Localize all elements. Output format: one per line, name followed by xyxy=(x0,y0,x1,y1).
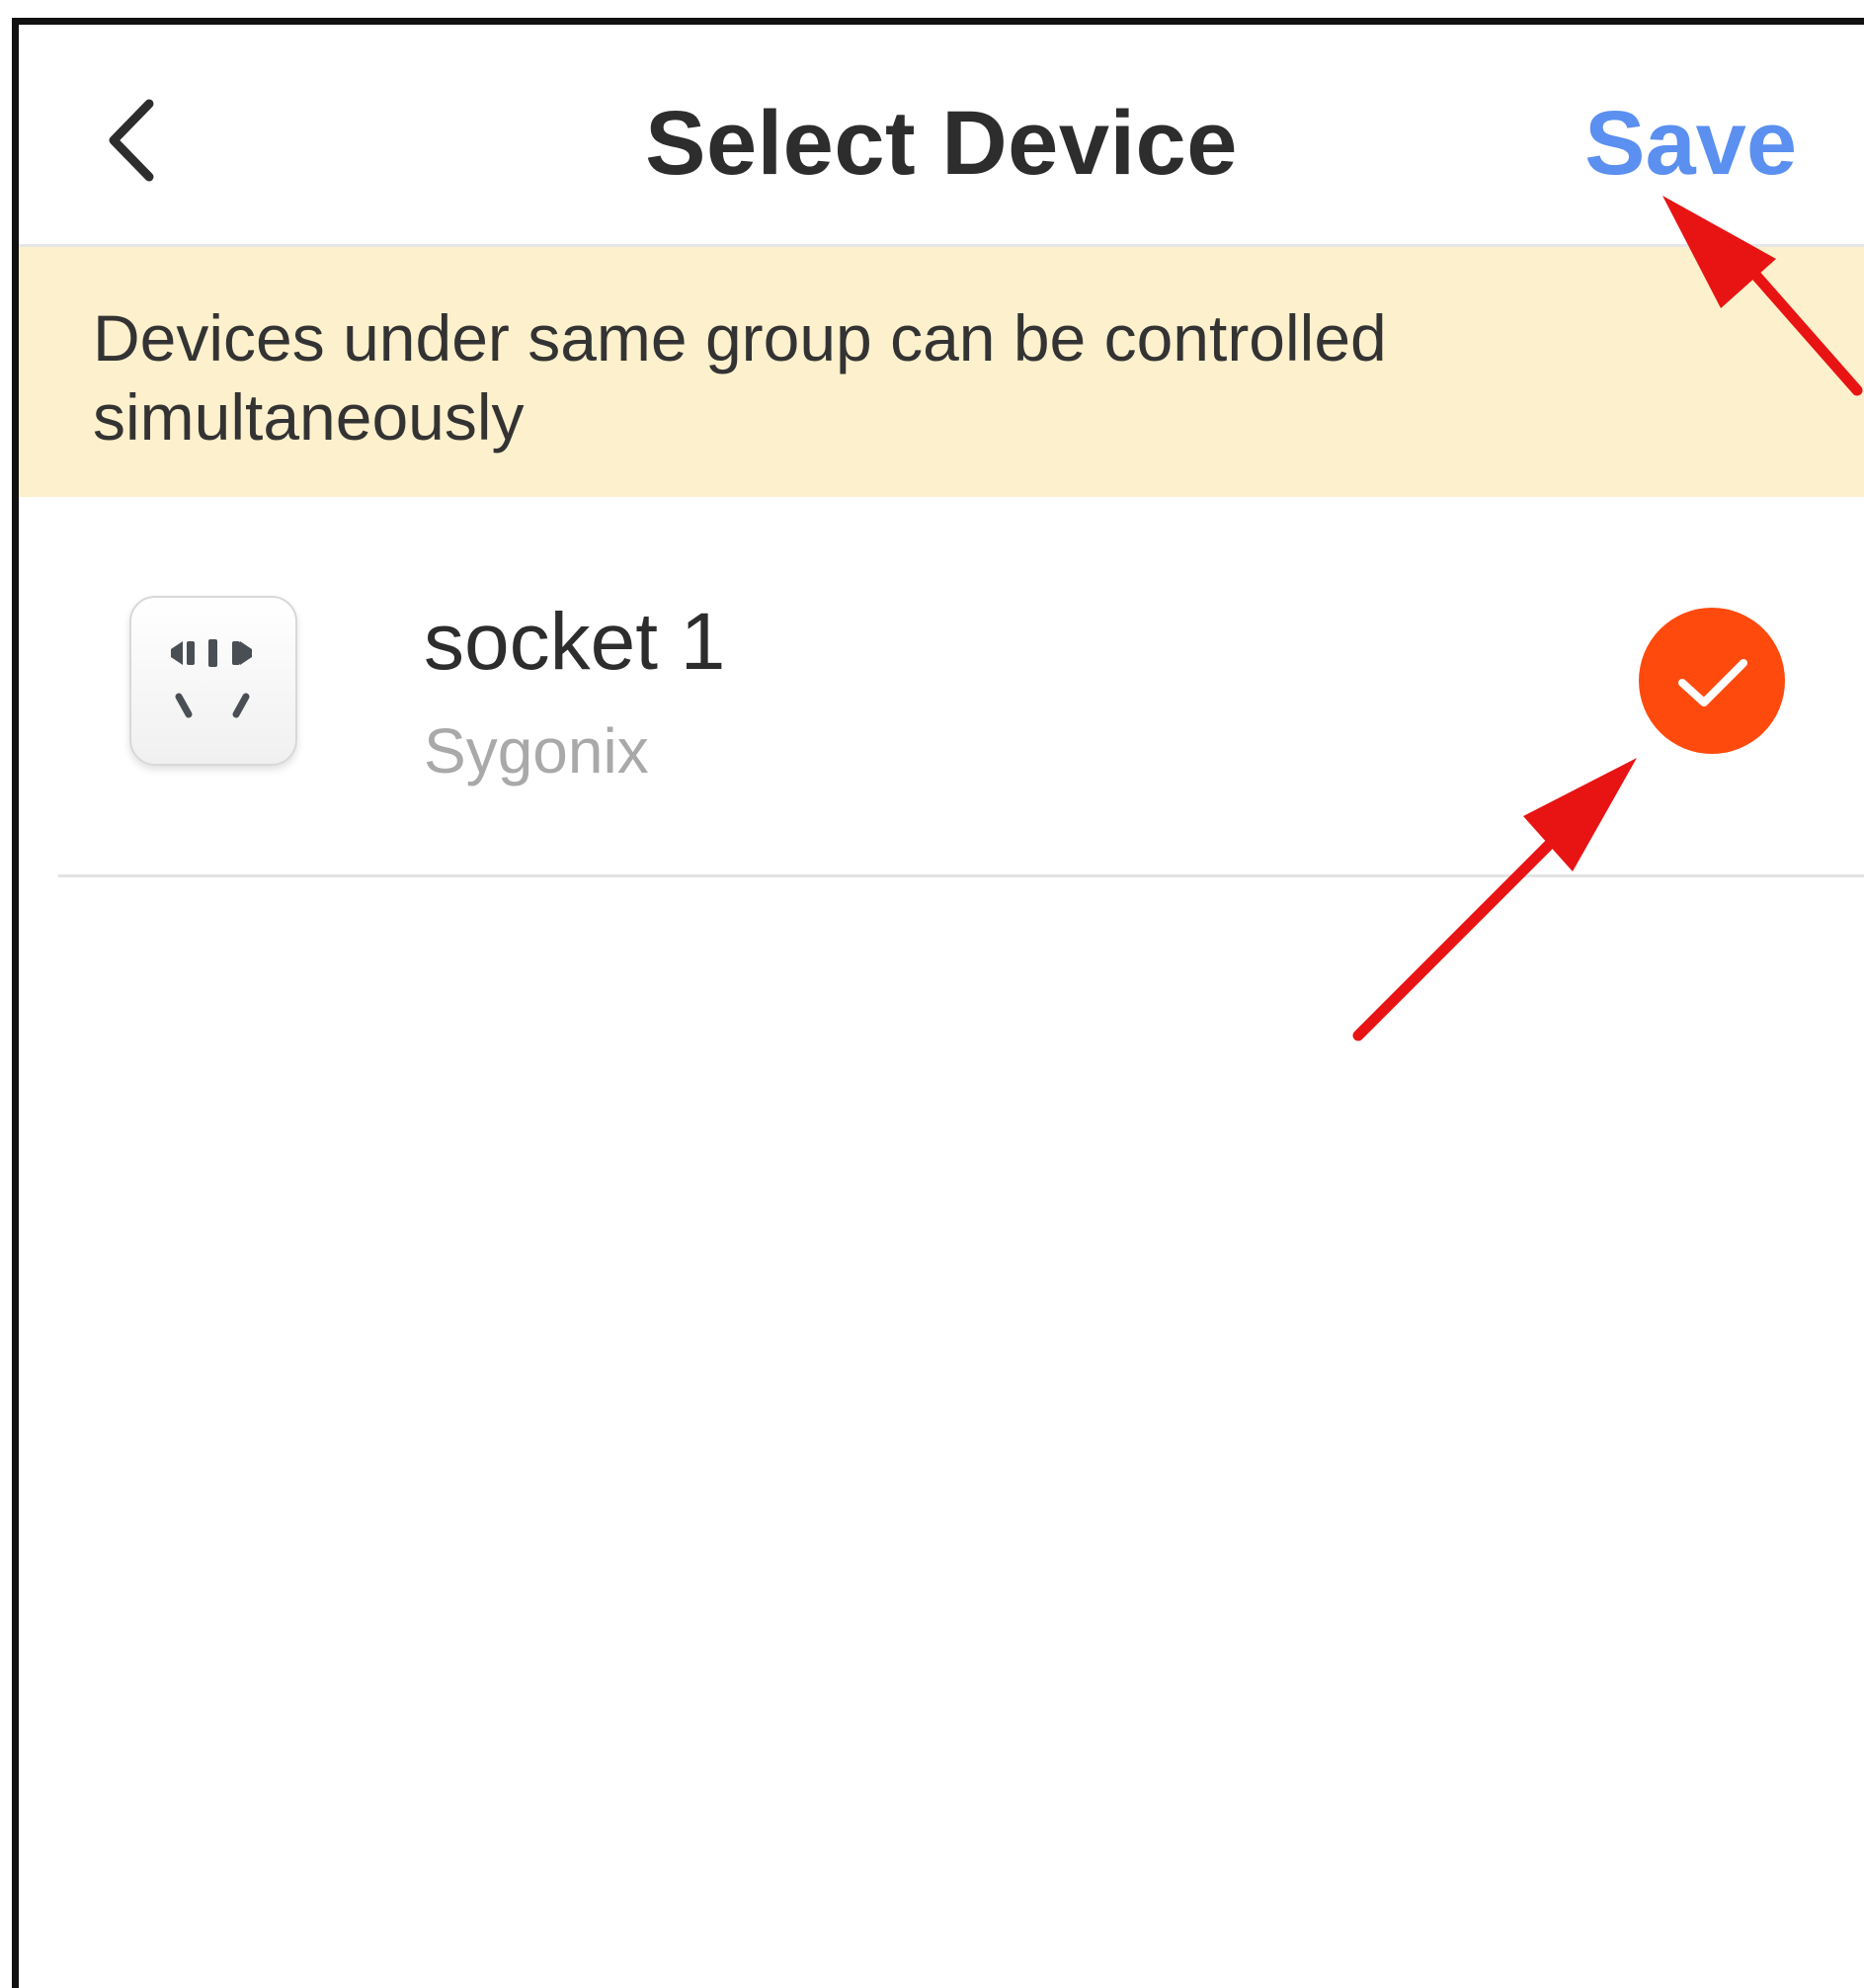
back-button[interactable] xyxy=(78,86,187,195)
info-banner-text: Devices under same group can be controll… xyxy=(93,301,1387,454)
device-name: socket 1 xyxy=(424,597,726,687)
app-screen: Select Device Save Devices under same gr… xyxy=(12,18,1864,1988)
device-brand: Sygonix xyxy=(424,715,649,787)
top-bar: Select Device Save xyxy=(19,25,1864,247)
save-button[interactable]: Save xyxy=(1584,92,1797,196)
device-list-item[interactable]: socket 1 Sygonix xyxy=(19,497,1864,877)
checkmark-icon xyxy=(1639,659,1785,758)
power-socket-icon xyxy=(129,596,297,766)
list-divider xyxy=(58,874,1864,877)
chevron-left-icon xyxy=(78,99,187,199)
selected-checkbox[interactable] xyxy=(1639,608,1785,754)
info-banner: Devices under same group can be controll… xyxy=(19,247,1864,497)
